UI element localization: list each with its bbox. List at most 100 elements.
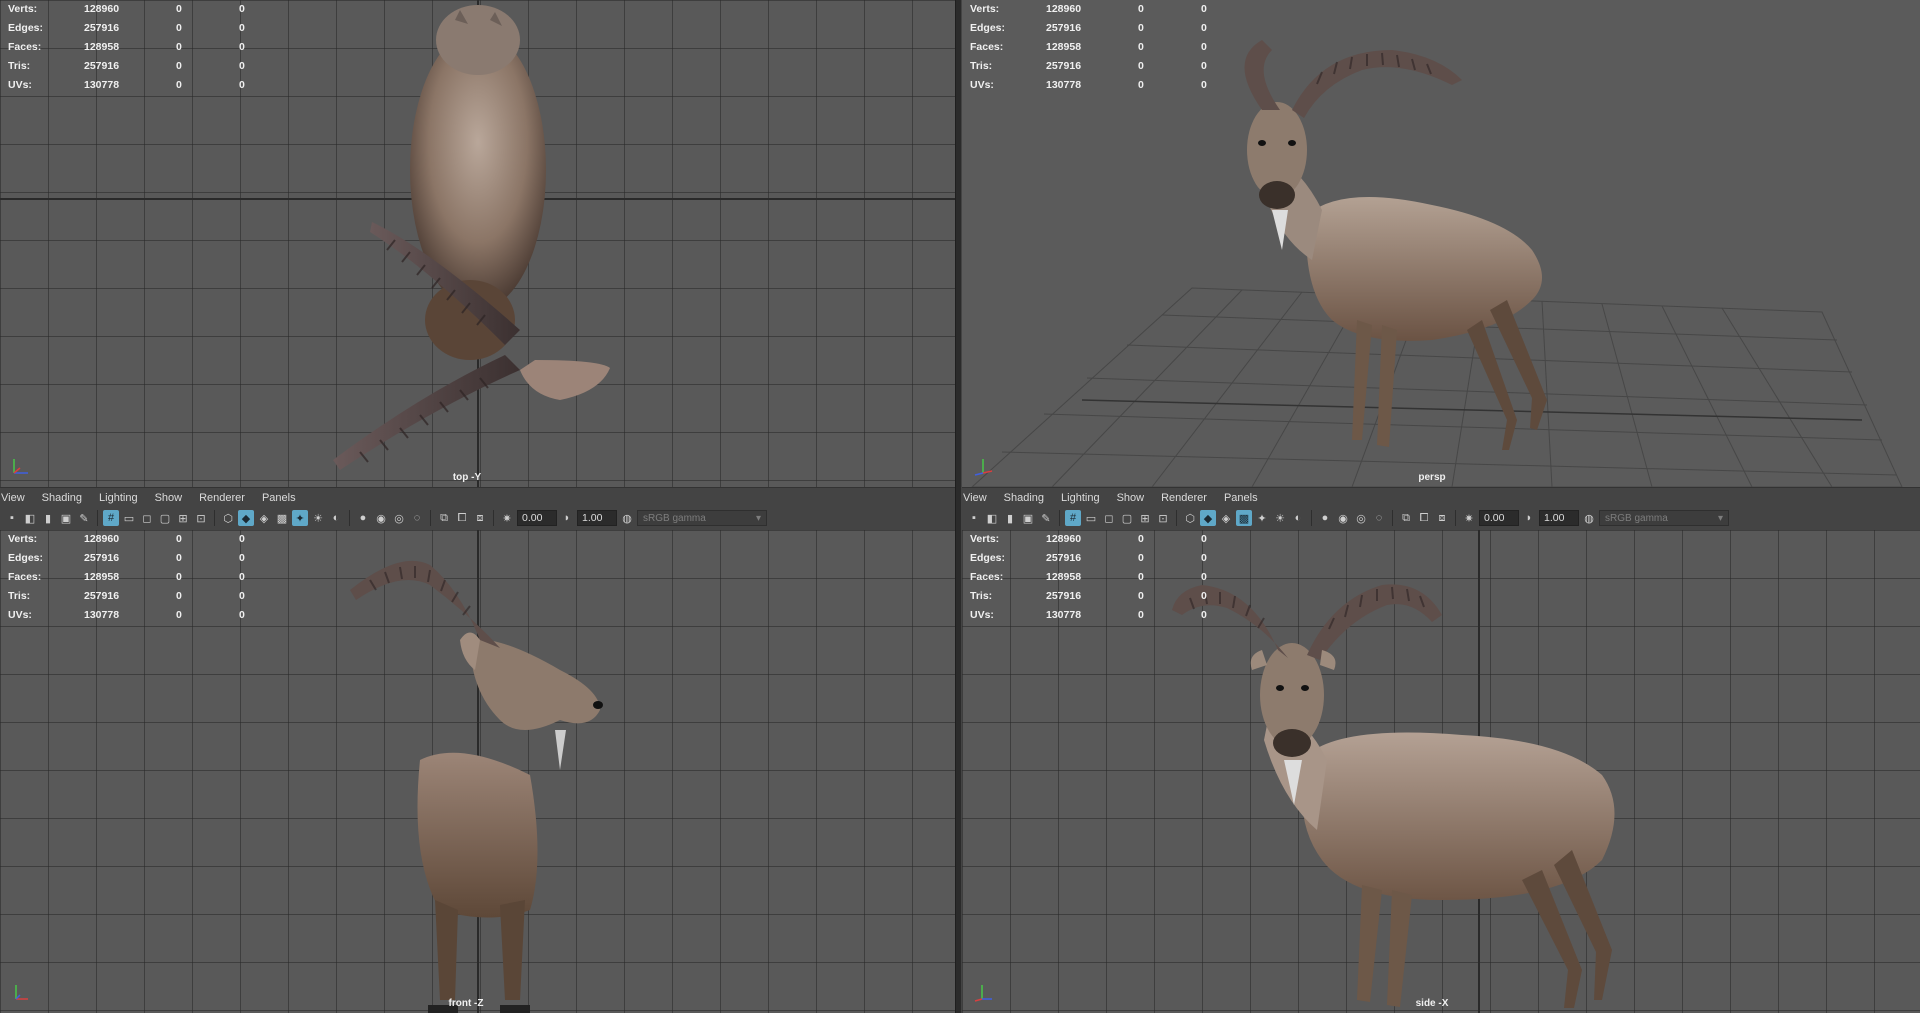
xray-icon[interactable]: ◉ bbox=[1335, 510, 1351, 526]
hud-triangles-value: 0 bbox=[1201, 60, 1207, 72]
wireframe-on-shaded-icon[interactable]: ◈ bbox=[1218, 510, 1234, 526]
camera-label: top -Y bbox=[452, 472, 482, 483]
xray-components-icon[interactable]: ◌ bbox=[409, 510, 425, 526]
gamma-icon[interactable]: ◗ bbox=[1521, 510, 1537, 526]
hud-total-value: 257916 bbox=[1046, 22, 1082, 34]
poly-count-hud: Verts: 128960 0 0 Edges: 257916 0 0 Faces: 128958… bbox=[8, 530, 279, 625]
textured-icon[interactable]: ▩ bbox=[1236, 510, 1252, 526]
menu-view[interactable]: View bbox=[962, 492, 995, 504]
gamma-icon[interactable]: ◗ bbox=[559, 510, 575, 526]
toolbar-separator bbox=[1176, 510, 1177, 526]
wireframe-icon[interactable]: ⬡ bbox=[1182, 510, 1198, 526]
grid-icon[interactable]: # bbox=[1065, 510, 1081, 526]
hud-label: Faces: bbox=[8, 41, 42, 53]
bookmark-icon[interactable]: ▮ bbox=[1002, 510, 1018, 526]
wireframe-on-shaded-icon[interactable]: ◈ bbox=[256, 510, 272, 526]
use-lights-icon[interactable]: ✦ bbox=[292, 510, 308, 526]
use-lights-icon[interactable]: ✦ bbox=[1254, 510, 1270, 526]
texture-filter-icon[interactable]: ⧈ bbox=[1434, 510, 1450, 526]
menu-view[interactable]: View bbox=[0, 492, 33, 504]
shadows-icon[interactable]: ☀ bbox=[1272, 510, 1288, 526]
menu-shading[interactable]: Shading bbox=[41, 492, 90, 504]
camera-attributes-icon[interactable]: ◧ bbox=[22, 510, 38, 526]
two-sided-icon[interactable]: ⧉ bbox=[436, 510, 452, 526]
menu-panels[interactable]: Panels bbox=[261, 492, 304, 504]
pane-divider[interactable] bbox=[955, 0, 962, 1013]
hud-triangles-value: 0 bbox=[239, 533, 245, 545]
viewport-side[interactable]: Verts: 128960 0 0 Edges: 257916 0 0 Faces: 128958… bbox=[962, 530, 1920, 1013]
camera-icon[interactable]: ▪ bbox=[966, 510, 982, 526]
safe-action-icon[interactable]: ⊡ bbox=[193, 510, 209, 526]
grid-icon[interactable]: # bbox=[103, 510, 119, 526]
ambient-occlusion-icon[interactable]: ◐ bbox=[1290, 510, 1306, 526]
image-plane-icon[interactable]: ▣ bbox=[58, 510, 74, 526]
backface-icon[interactable]: ⧠ bbox=[1416, 510, 1432, 526]
menu-renderer[interactable]: Renderer bbox=[1160, 492, 1215, 504]
smooth-shade-icon[interactable]: ◆ bbox=[1200, 510, 1216, 526]
viewport-front[interactable]: Verts: 128960 0 0 Edges: 257916 0 0 Faces: 128958… bbox=[0, 530, 955, 1013]
backface-icon[interactable]: ⧠ bbox=[454, 510, 470, 526]
resolution-gate-icon[interactable]: ◻ bbox=[139, 510, 155, 526]
film-gate-icon[interactable]: ▭ bbox=[1083, 510, 1099, 526]
xray-components-icon[interactable]: ◌ bbox=[1371, 510, 1387, 526]
gamma-field[interactable]: 1.00 bbox=[1539, 510, 1579, 526]
color-management-icon[interactable]: ◍ bbox=[619, 510, 635, 526]
bookmark-icon[interactable]: ▮ bbox=[40, 510, 56, 526]
textured-icon[interactable]: ▩ bbox=[274, 510, 290, 526]
gate-mask-icon[interactable]: ▢ bbox=[1119, 510, 1135, 526]
viewport-persp[interactable]: Verts: 128960 0 0 Edges: 257916 0 0 Faces: 128958… bbox=[962, 0, 1920, 487]
gate-mask-icon[interactable]: ▢ bbox=[157, 510, 173, 526]
camera-icon[interactable]: ▪ bbox=[4, 510, 20, 526]
safe-action-icon[interactable]: ⊡ bbox=[1155, 510, 1171, 526]
hud-row: UVs: 130778 0 0 bbox=[8, 606, 279, 625]
menu-panels[interactable]: Panels bbox=[1223, 492, 1266, 504]
chevron-down-icon: ▾ bbox=[1717, 512, 1723, 524]
menu-renderer[interactable]: Renderer bbox=[198, 492, 253, 504]
menu-lighting[interactable]: Lighting bbox=[1060, 492, 1108, 504]
menu-shading[interactable]: Shading bbox=[1003, 492, 1052, 504]
hud-label: UVs: bbox=[970, 79, 994, 91]
isolate-select-icon[interactable]: ● bbox=[355, 510, 371, 526]
smooth-shade-icon[interactable]: ◆ bbox=[238, 510, 254, 526]
xray-joints-icon[interactable]: ◎ bbox=[1353, 510, 1369, 526]
poly-count-table: Verts: 128960 0 0 Edges: 257916 0 0 Faces: 128958… bbox=[970, 0, 1241, 95]
exposure-field[interactable]: 0.00 bbox=[1479, 510, 1519, 526]
menu-show[interactable]: Show bbox=[154, 492, 191, 504]
toolbar-separator bbox=[493, 510, 494, 526]
hud-total-value: 257916 bbox=[84, 22, 120, 34]
toolbar-separator bbox=[430, 510, 431, 526]
hud-total-value: 257916 bbox=[1046, 590, 1082, 602]
poly-count-hud: Verts: 128960 0 0 Edges: 257916 0 0 Faces: 128958… bbox=[970, 0, 1241, 95]
xray-joints-icon[interactable]: ◎ bbox=[391, 510, 407, 526]
hud-row: Faces: 128958 0 0 bbox=[970, 568, 1241, 587]
viewport-top[interactable]: Verts: 128960 0 0 Edges: 257916 0 0 Faces: 128958… bbox=[0, 0, 955, 487]
hud-triangles-value: 0 bbox=[239, 22, 245, 34]
xray-icon[interactable]: ◉ bbox=[373, 510, 389, 526]
color-space-select[interactable]: sRGB gamma ▾ bbox=[1599, 510, 1729, 526]
exposure-icon[interactable]: ✷ bbox=[1461, 510, 1477, 526]
resolution-gate-icon[interactable]: ◻ bbox=[1101, 510, 1117, 526]
wireframe-icon[interactable]: ⬡ bbox=[220, 510, 236, 526]
image-plane-icon[interactable]: ▣ bbox=[1020, 510, 1036, 526]
gamma-field[interactable]: 1.00 bbox=[577, 510, 617, 526]
exposure-field[interactable]: 0.00 bbox=[517, 510, 557, 526]
shadows-icon[interactable]: ☀ bbox=[310, 510, 326, 526]
hud-row: Verts: 128960 0 0 bbox=[970, 0, 1241, 19]
grease-pencil-icon[interactable]: ✎ bbox=[1038, 510, 1054, 526]
hud-row: Faces: 128958 0 0 bbox=[970, 38, 1241, 57]
camera-attributes-icon[interactable]: ◧ bbox=[984, 510, 1000, 526]
color-management-icon[interactable]: ◍ bbox=[1581, 510, 1597, 526]
field-chart-icon[interactable]: ⊞ bbox=[1137, 510, 1153, 526]
menu-lighting[interactable]: Lighting bbox=[98, 492, 146, 504]
film-gate-icon[interactable]: ▭ bbox=[121, 510, 137, 526]
two-sided-icon[interactable]: ⧉ bbox=[1398, 510, 1414, 526]
texture-filter-icon[interactable]: ⧈ bbox=[472, 510, 488, 526]
exposure-icon[interactable]: ✷ bbox=[499, 510, 515, 526]
menu-show[interactable]: Show bbox=[1116, 492, 1153, 504]
grease-pencil-icon[interactable]: ✎ bbox=[76, 510, 92, 526]
panel-menubar: View Shading Lighting Show Renderer Pane… bbox=[962, 488, 1920, 507]
isolate-select-icon[interactable]: ● bbox=[1317, 510, 1333, 526]
color-space-select[interactable]: sRGB gamma ▾ bbox=[637, 510, 767, 526]
ambient-occlusion-icon[interactable]: ◐ bbox=[328, 510, 344, 526]
field-chart-icon[interactable]: ⊞ bbox=[175, 510, 191, 526]
